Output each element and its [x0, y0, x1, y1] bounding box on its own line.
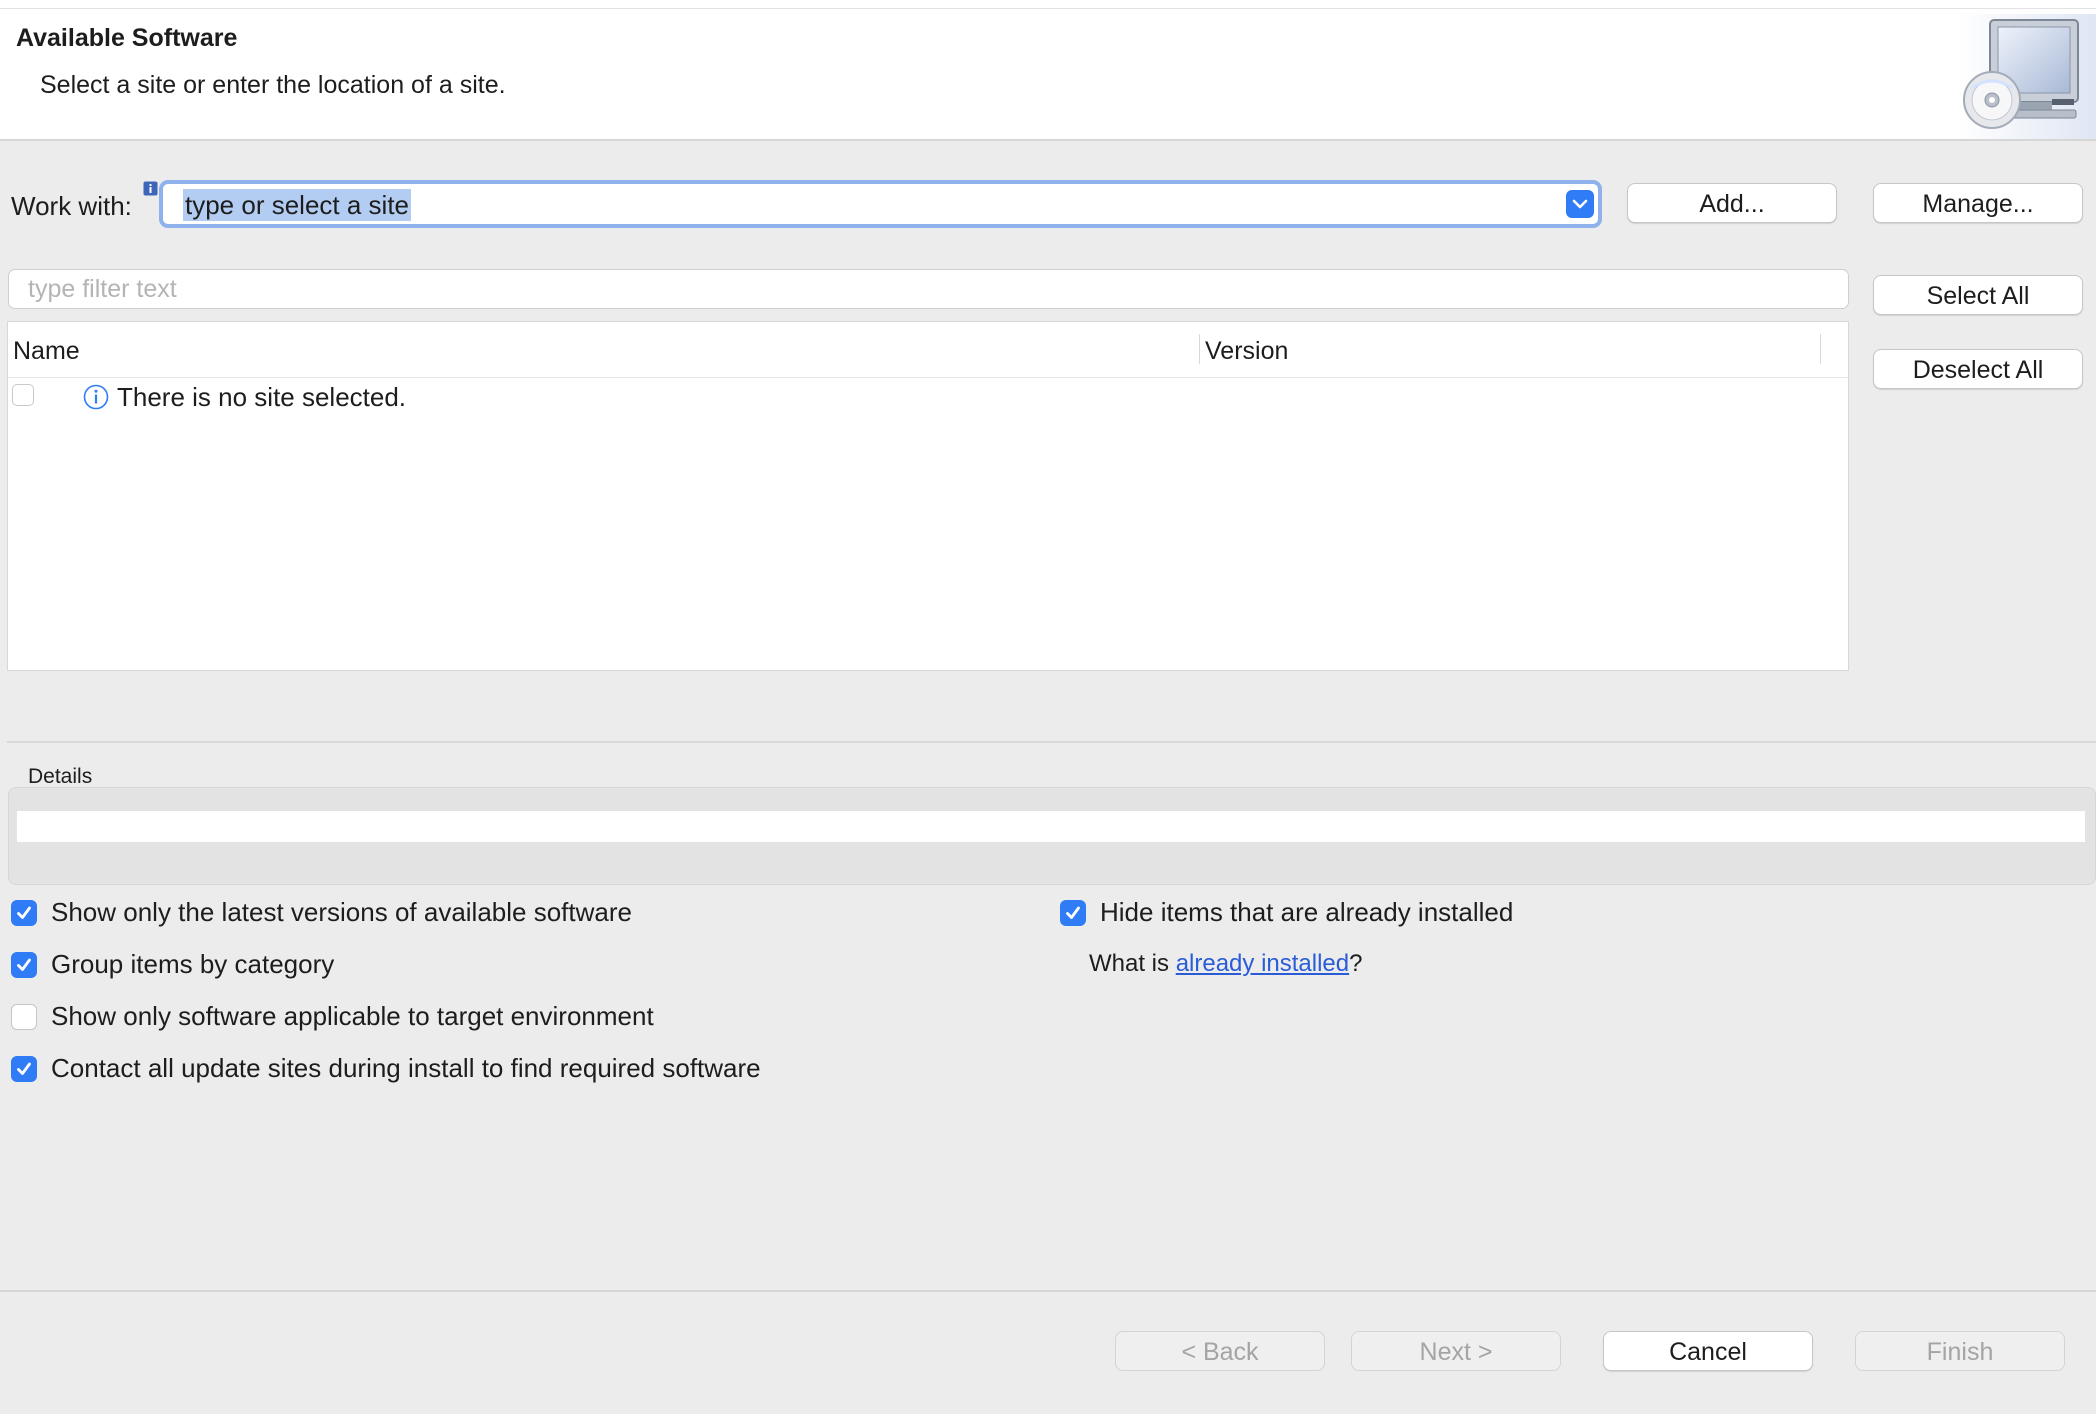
checkbox-unchecked[interactable]	[11, 1003, 37, 1030]
option-contact-update-sites[interactable]: Contact all update sites during install …	[11, 1053, 761, 1084]
what-is-prefix: What is	[1089, 950, 1176, 977]
what-is-suffix: ?	[1349, 950, 1363, 977]
checkbox-checked[interactable]	[1060, 899, 1086, 926]
checkbox-checked[interactable]	[11, 1055, 37, 1082]
chevron-down-icon[interactable]	[1566, 190, 1594, 218]
option-label: Hide items that are already installed	[1100, 897, 1514, 927]
header-divider	[8, 377, 1848, 378]
checkbox-checked[interactable]	[11, 899, 37, 926]
cancel-button[interactable]: Cancel	[1603, 1331, 1813, 1371]
column-divider[interactable]	[1820, 334, 1821, 364]
column-divider[interactable]	[1199, 334, 1200, 364]
finish-button[interactable]: Finish	[1855, 1331, 2065, 1371]
wizard-header: Available Software Select a site or ente…	[0, 0, 2096, 141]
option-group-by-category[interactable]: Group items by category	[11, 949, 334, 980]
option-hide-installed[interactable]: Hide items that are already installed	[1060, 897, 1513, 928]
header-top-divider	[0, 8, 2096, 9]
option-label: Contact all update sites during install …	[51, 1053, 761, 1083]
column-header-name[interactable]: Name	[13, 337, 80, 366]
info-hint-icon	[143, 181, 158, 196]
work-with-label: Work with:	[11, 191, 132, 221]
software-table[interactable]: Name Version There is no site selected.	[7, 321, 1849, 671]
option-label: Show only the latest versions of availab…	[51, 897, 632, 927]
add-site-button[interactable]: Add...	[1627, 183, 1837, 223]
work-with-input-text[interactable]: type or select a site	[183, 189, 411, 221]
row-checkbox[interactable]	[12, 384, 34, 406]
details-group	[8, 787, 2096, 885]
info-icon	[83, 384, 109, 410]
manage-sites-button[interactable]: Manage...	[1873, 183, 2083, 223]
option-label: Show only software applicable to target …	[51, 1001, 654, 1031]
what-is-installed-text: What is already installed?	[1089, 950, 1362, 978]
select-all-button[interactable]: Select All	[1873, 275, 2083, 315]
column-header-version[interactable]: Version	[1205, 337, 1288, 366]
back-button[interactable]: < Back	[1115, 1331, 1325, 1371]
option-label: Group items by category	[51, 949, 335, 979]
footer-divider	[0, 1290, 2096, 1292]
checkbox-checked[interactable]	[11, 951, 37, 978]
work-with-combo[interactable]: type or select a site	[159, 180, 1602, 228]
already-installed-link[interactable]: already installed	[1176, 950, 1349, 977]
details-text-field	[17, 811, 2085, 842]
page-title: Available Software	[16, 24, 238, 52]
deselect-all-button[interactable]: Deselect All	[1873, 349, 2083, 389]
install-software-icon	[1958, 14, 2096, 139]
section-divider	[7, 741, 2096, 743]
option-latest-versions[interactable]: Show only the latest versions of availab…	[11, 897, 632, 928]
table-row-name[interactable]: There is no site selected.	[117, 382, 406, 413]
next-button[interactable]: Next >	[1351, 1331, 1561, 1371]
page-subtitle: Select a site or enter the location of a…	[40, 71, 506, 99]
option-target-environment[interactable]: Show only software applicable to target …	[11, 1001, 654, 1032]
details-label: Details	[28, 765, 93, 788]
filter-input[interactable]: type filter text	[8, 269, 1849, 309]
